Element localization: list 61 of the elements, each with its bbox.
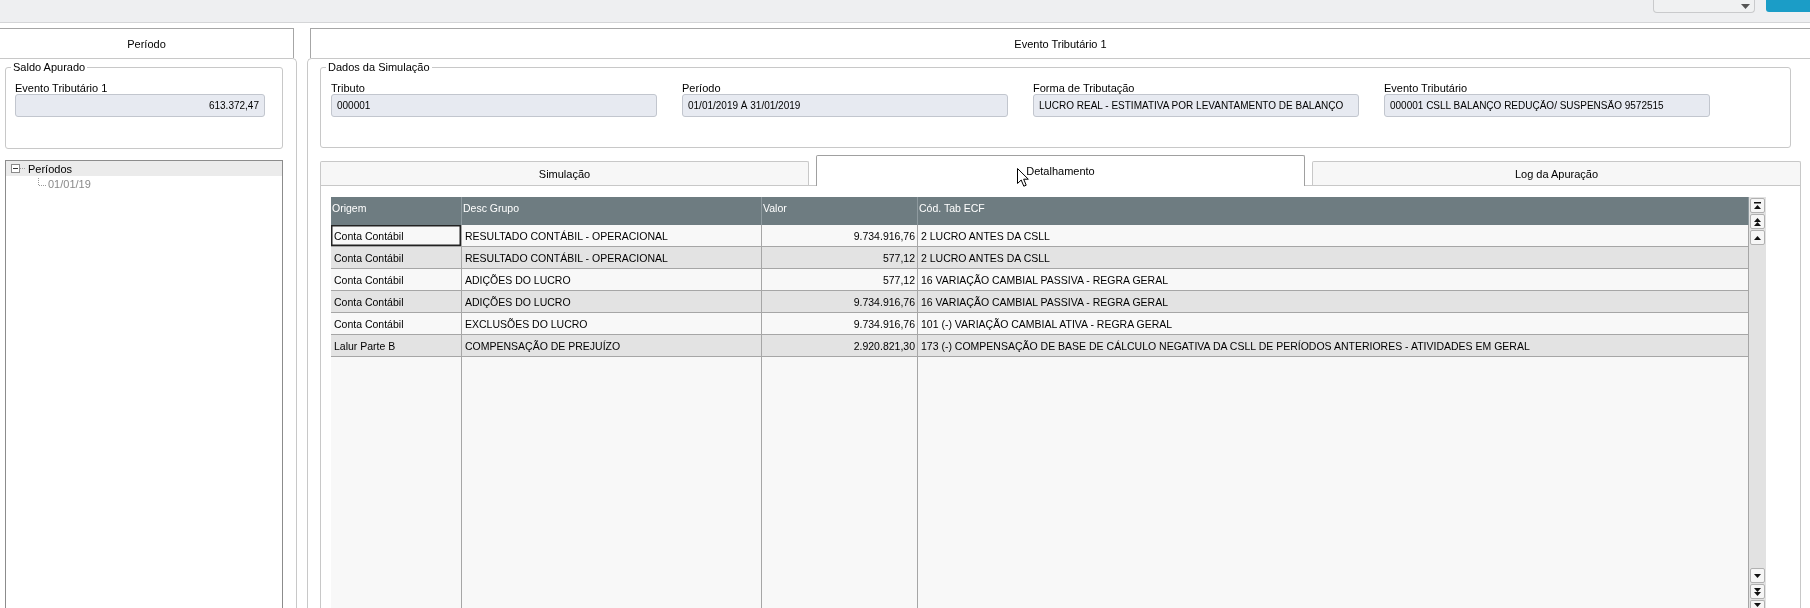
table-row[interactable]: Conta Contábil RESULTADO CONTÁBIL - OPERACIONAL 9.734.916,76 2 LUCRO ANTES DA CSLL [331, 225, 1749, 247]
table-cell: EXCLUSÕES DO LUCRO [462, 313, 762, 334]
field-label: Forma de Tributação [1033, 82, 1135, 94]
panel-header: Evento Tributário 1 [310, 28, 1810, 58]
tab[interactable]: Log da Apuração [1312, 161, 1801, 185]
triangle-down-icon [1754, 603, 1761, 607]
tree-item[interactable]: Períodos [6, 161, 282, 176]
field-label: Tributo [331, 82, 365, 94]
group-box-title: Dados da Simulação [326, 61, 432, 74]
table-cell: 9.734.916,76 [762, 225, 918, 246]
caret-down-icon [1741, 3, 1750, 9]
table-cell: Conta Contábil [331, 291, 462, 312]
page-down-button[interactable] [1750, 584, 1765, 599]
tab[interactable]: Detalhamento [816, 155, 1305, 186]
input-field[interactable]: 000001 CSLL BALANÇO REDUÇÃO/ SUSPENSÃO 9572515 [1384, 94, 1710, 117]
mouse-pointer-icon [1017, 168, 1029, 187]
column-header[interactable]: Valor [762, 197, 918, 225]
double-triangle-up-icon [1754, 217, 1761, 226]
table-row[interactable]: Conta Contábil ADIÇÕES DO LUCRO 9.734.916,76 16 VARIAÇÃO CAMBIAL PASSIVA - REGRA GERAL [331, 291, 1749, 313]
table-cell: ADIÇÕES DO LUCRO [462, 291, 762, 312]
table-row[interactable]: Conta Contábil ADIÇÕES DO LUCRO 577,12 16 VARIAÇÃO CAMBIAL PASSIVA - REGRA GERAL [331, 269, 1749, 291]
table-cell: Conta Contábil [331, 313, 462, 334]
field-label: Evento Tributário [1384, 82, 1468, 94]
table-cell: Conta Contábil [331, 225, 462, 246]
table-cell: Conta Contábil [331, 247, 462, 268]
table-cell: 2.920.821,30 [762, 335, 918, 356]
column-header[interactable]: Origem [331, 197, 462, 225]
table-cell: COMPENSAÇÃO DE PREJUÍZO [462, 335, 762, 356]
page-up-button[interactable] [1750, 214, 1765, 229]
triangle-up-icon [1754, 235, 1761, 240]
group-box-title: Saldo Apurado [11, 61, 88, 74]
table-cell: ADIÇÕES DO LUCRO [462, 269, 762, 290]
field-label: Período [682, 82, 721, 94]
triangle-down-icon [1754, 573, 1761, 578]
panel-header: Período [0, 28, 294, 58]
tab[interactable]: Simulação [320, 161, 809, 185]
column-header[interactable]: Desc Grupo [462, 197, 762, 225]
scroll-to-bottom-button[interactable] [1750, 600, 1765, 608]
column-header[interactable]: Cód. Tab ECF [918, 197, 1749, 225]
table-cell: 9.734.916,76 [762, 313, 918, 334]
field-label: Evento Tributário 1 [15, 82, 108, 94]
vertical-scrollbar[interactable] [1749, 197, 1766, 608]
double-triangle-down-icon [1754, 587, 1761, 596]
table-cell: Lalur Parte B [331, 335, 462, 356]
triangle-up-bar-icon [1754, 202, 1761, 209]
table-cell: RESULTADO CONTÁBIL - OPERACIONAL [462, 225, 762, 246]
input-field[interactable]: 01/01/2019 À 31/01/2019 [682, 94, 1008, 117]
table-cell: RESULTADO CONTÁBIL - OPERACIONAL [462, 247, 762, 268]
input-field[interactable]: LUCRO REAL - ESTIMATIVA POR LEVANTAMENTO DE BALANÇO [1033, 94, 1359, 117]
scroll-up-button[interactable] [1750, 230, 1765, 245]
input-field[interactable]: 613.372,47 [15, 94, 265, 117]
scroll-down-button[interactable] [1750, 568, 1765, 583]
table-cell: 9.734.916,76 [762, 291, 918, 312]
table-row[interactable]: Conta Contábil EXCLUSÕES DO LUCRO 9.734.916,76 101 (-) VARIAÇÃO CAMBIAL ATIVA - REGRA GERAL [331, 313, 1749, 335]
scroll-to-top-button[interactable] [1750, 198, 1765, 213]
table-cell: 577,12 [762, 269, 918, 290]
table-row[interactable]: Lalur Parte B COMPENSAÇÃO DE PREJUÍZO 2.920.821,30 173 (-) COMPENSAÇÃO DE BASE DE CÁLCULO NEGATIVA DA CSLL DE PERÍODOS ANTERIORES - ATIVIDADES EM GERAL [331, 335, 1749, 357]
table-cell: Conta Contábil [331, 269, 462, 290]
table-row[interactable]: Conta Contábil RESULTADO CONTÁBIL - OPERACIONAL 577,12 2 LUCRO ANTES DA CSLL [331, 247, 1749, 269]
input-field[interactable]: 000001 [331, 94, 657, 117]
table-cell: 577,12 [762, 247, 918, 268]
